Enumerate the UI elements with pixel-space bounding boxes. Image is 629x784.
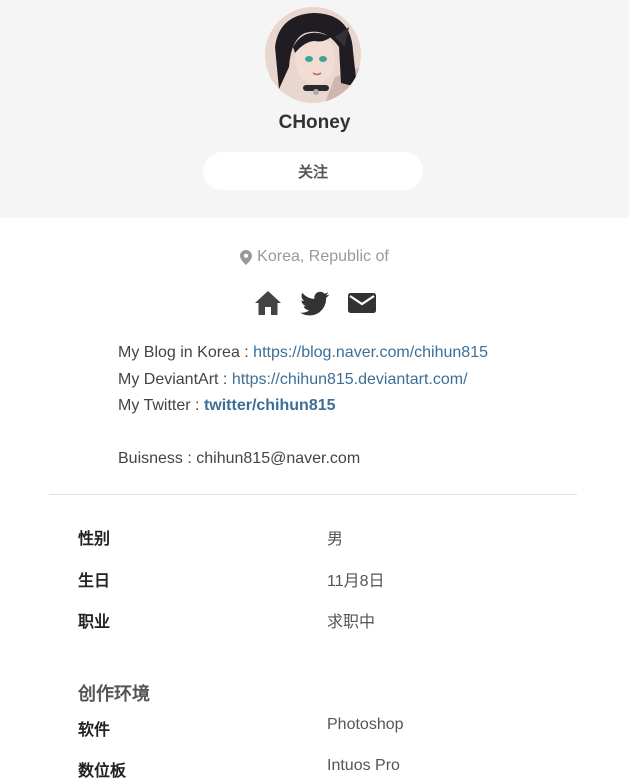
location-text: Korea, Republic of <box>257 248 389 265</box>
home-icon[interactable] <box>253 288 283 318</box>
detail-label: 生日 <box>78 571 111 590</box>
envelope-icon[interactable] <box>347 288 377 318</box>
map-pin-icon <box>240 249 253 265</box>
blog-link[interactable]: https://blog.naver.com/chihun815 <box>253 344 488 361</box>
detail-label: 职业 <box>78 612 111 631</box>
env-value: Intuos Pro <box>327 757 400 774</box>
follow-button[interactable]: 关注 <box>203 152 423 190</box>
env-label: 数位板 <box>78 761 127 780</box>
bio-blog-prefix: My Blog in Korea : <box>118 344 254 361</box>
bio-spacer <box>118 420 598 447</box>
bio-twitter-prefix: My Twitter : <box>118 397 204 414</box>
avatar-image <box>265 7 361 103</box>
detail-row-gender: 性别 男 <box>78 525 598 549</box>
twitter-link[interactable]: twitter/chihun815 <box>204 397 336 414</box>
detail-label: 性别 <box>78 529 111 548</box>
bio-blog-line: My Blog in Korea : https://blog.naver.co… <box>118 340 598 367</box>
detail-value: 求职中 <box>327 614 376 631</box>
bio-text: My Blog in Korea : https://blog.naver.co… <box>118 340 598 473</box>
bio-deviant-prefix: My DeviantArt : <box>118 370 232 388</box>
divider <box>49 494 577 495</box>
environment-title: 创作环境 <box>78 684 150 705</box>
env-value: Photoshop <box>327 716 404 733</box>
detail-row-occupation: 职业 求职中 <box>78 608 598 632</box>
detail-row-birthday: 生日 11月8日 <box>78 567 598 591</box>
detail-value: 11月8日 <box>327 573 385 590</box>
detail-value: 男 <box>327 531 344 548</box>
bio-twitter-line: My Twitter : twitter/chihun815 <box>118 393 598 420</box>
profile-header: CHoney 关注 <box>0 0 629 218</box>
bio-deviant-line: My DeviantArt : https://chihun815.devian… <box>118 367 598 394</box>
social-links <box>0 288 629 320</box>
env-row-software: 软件 Photoshop <box>78 716 598 740</box>
username: CHoney <box>278 112 351 133</box>
bio-business-line: Buisness : chihun815@naver.com <box>118 450 361 467</box>
location: Korea, Republic of <box>0 248 629 266</box>
avatar[interactable] <box>265 7 361 103</box>
twitter-icon[interactable] <box>299 288 330 318</box>
env-row-tablet: 数位板 Intuos Pro <box>78 757 598 781</box>
env-label: 软件 <box>78 720 111 739</box>
deviantart-link[interactable]: https://chihun815.deviantart.com/ <box>232 371 468 388</box>
